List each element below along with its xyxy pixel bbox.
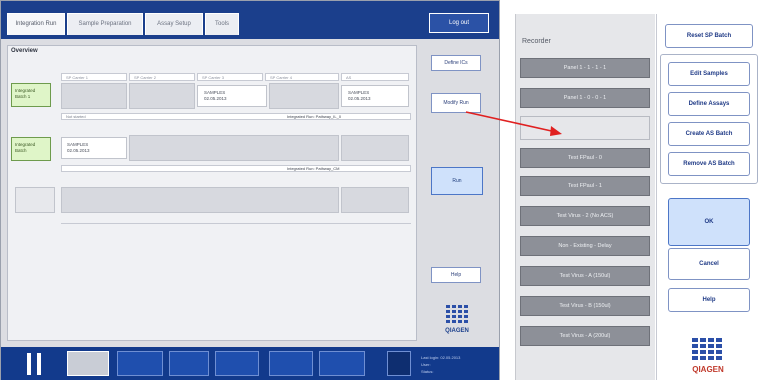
help-button-large[interactable]: Help: [668, 288, 750, 312]
sample-cell-text: SAMPLES 02.05.2013: [348, 90, 371, 101]
tab-assay-setup[interactable]: Assay Setup: [145, 13, 203, 35]
run-button[interactable]: Run: [431, 167, 483, 195]
assay-option[interactable]: Panel 1 - 0 - 0 - 1: [520, 88, 650, 108]
module-slot-icon[interactable]: [169, 351, 209, 376]
carrier-header: SP Carrier 1: [61, 73, 127, 81]
batch-status-text: Not started: [66, 114, 86, 119]
status-line: Status:: [421, 369, 434, 374]
integrated-run-label: Integrated Run: Pathway_IL_0: [287, 114, 342, 119]
tab-integration-run[interactable]: Integration Run: [7, 13, 65, 35]
tab-tools[interactable]: Tools: [205, 13, 239, 35]
tab-sample-preparation[interactable]: Sample Preparation: [67, 13, 143, 35]
instrument-status-bar: Last login: 02.05.2013 User: Status:: [1, 347, 499, 380]
assay-option[interactable]: Test FPaul - 1: [520, 176, 650, 196]
sample-cell-text: SAMPLES 02.05.2013: [67, 142, 90, 153]
module-slot-icon[interactable]: [269, 351, 313, 376]
overview-title: Overview: [11, 48, 38, 54]
carrier-cell[interactable]: [341, 187, 409, 213]
assay-option-empty[interactable]: [520, 116, 650, 140]
carrier-cell[interactable]: [129, 83, 195, 109]
ok-button[interactable]: OK: [668, 198, 750, 246]
carrier-header: SP Carrier 3: [197, 73, 263, 81]
pause-icon-bar: [37, 353, 41, 375]
carrier-header: SP Carrier 2: [129, 73, 195, 81]
qiagen-wordmark: QIAGEN: [445, 328, 469, 334]
module-slot-icon[interactable]: [117, 351, 163, 376]
qiagen-logo-large: QIAGEN: [692, 338, 724, 374]
edit-samples-button[interactable]: Edit Samples: [668, 62, 750, 86]
sample-cell[interactable]: SAMPLES 02.05.2013: [61, 137, 127, 159]
main-window: Integration Run Sample Preparation Assay…: [0, 0, 500, 380]
module-slot-icon[interactable]: [67, 351, 109, 376]
create-as-batch-button[interactable]: Create AS Batch: [668, 122, 750, 146]
integrated-batch-2-button[interactable]: Integrated Batch: [11, 137, 51, 161]
assay-option[interactable]: Non - Existing - Delay: [520, 236, 650, 256]
qiagen-wordmark: QIAGEN: [692, 365, 724, 374]
assay-option[interactable]: Test Virus - B (150ul): [520, 296, 650, 316]
integrated-batch-1-button[interactable]: Integrated Batch 1: [11, 83, 51, 107]
qiagen-logo: QIAGEN: [445, 305, 469, 334]
carrier-cell[interactable]: [341, 135, 409, 161]
module-slot-icon[interactable]: [215, 351, 259, 376]
define-ics-button[interactable]: Define ICs: [431, 55, 481, 71]
remove-as-batch-button[interactable]: Remove AS Batch: [668, 152, 750, 176]
define-assays-button[interactable]: Define Assays: [668, 92, 750, 116]
assay-option[interactable]: Test FPaul - 0: [520, 148, 650, 168]
assay-option[interactable]: Panel 1 - 1 - 1 - 1: [520, 58, 650, 78]
status-line: User:: [421, 362, 431, 367]
status-line: Last login: 02.05.2013: [421, 355, 461, 360]
logout-button[interactable]: Log out: [429, 13, 489, 33]
module-slot-icon: [387, 351, 411, 376]
sample-cell[interactable]: SAMPLES 02.05.2013: [197, 85, 267, 107]
module-slot-icon[interactable]: [319, 351, 365, 376]
popup-title: Recorder: [522, 38, 551, 45]
carrier-header: SP Carrier 4: [265, 73, 339, 81]
cancel-button[interactable]: Cancel: [668, 248, 750, 280]
carrier-header-row: SP Carrier 1 SP Carrier 2 SP Carrier 3 S…: [61, 73, 411, 81]
carrier-cell[interactable]: [269, 83, 339, 109]
empty-batch-slot[interactable]: [15, 187, 55, 213]
assay-option[interactable]: Test Virus - A (150ul): [520, 266, 650, 286]
sample-cell-text: SAMPLES 02.05.2013: [204, 90, 227, 101]
batch-status-bar: Not started: [61, 113, 411, 120]
carrier-cell[interactable]: [61, 83, 127, 109]
divider: [61, 223, 411, 224]
sample-cell[interactable]: SAMPLES 02.05.2013: [341, 85, 409, 107]
reset-sp-batch-button[interactable]: Reset SP Batch: [665, 24, 753, 48]
integrated-run-label: Integrated Run: Pathway_CM: [287, 166, 340, 171]
tab-bar: Integration Run Sample Preparation Assay…: [1, 1, 499, 39]
help-button[interactable]: Help: [431, 267, 481, 283]
carrier-cell[interactable]: [61, 187, 339, 213]
carrier-header: AS: [341, 73, 409, 81]
batch-status-bar: [61, 165, 411, 172]
assay-option[interactable]: Test Virus - 2 (No ACS): [520, 206, 650, 226]
modify-run-button[interactable]: Modify Run: [431, 93, 481, 113]
assay-option[interactable]: Test Virus - A (200ul): [520, 326, 650, 346]
carrier-cell[interactable]: [129, 135, 339, 161]
composite-screenshot: Integration Run Sample Preparation Assay…: [0, 0, 760, 380]
pause-icon[interactable]: [27, 353, 31, 375]
